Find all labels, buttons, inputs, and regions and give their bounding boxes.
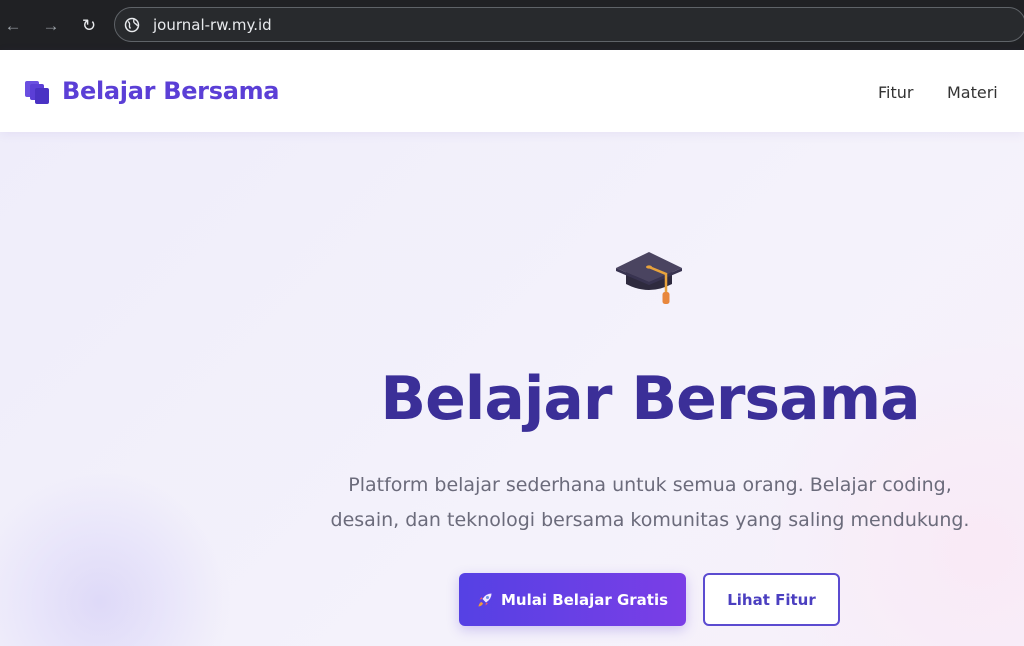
reload-icon[interactable]: ↻ bbox=[78, 14, 100, 36]
rocket-icon bbox=[477, 592, 493, 608]
start-learning-button[interactable]: Mulai Belajar Gratis bbox=[459, 573, 686, 626]
browser-toolbar: ← → ↻ journal-rw.my.id bbox=[0, 0, 1024, 50]
start-learning-label: Mulai Belajar Gratis bbox=[500, 590, 669, 609]
globe-icon bbox=[124, 17, 140, 33]
brand-name[interactable]: Belajar Bersama bbox=[62, 77, 280, 105]
address-bar[interactable]: journal-rw.my.id bbox=[114, 7, 1024, 42]
nav-link-materi[interactable]: Materi bbox=[947, 83, 998, 102]
forward-arrow-icon[interactable]: → bbox=[40, 14, 62, 36]
url-text: journal-rw.my.id bbox=[153, 15, 272, 34]
see-features-button[interactable]: Lihat Fitur bbox=[703, 573, 840, 626]
hero-description: Platform belajar sederhana untuk semua o… bbox=[330, 474, 970, 531]
graduation-cap-icon bbox=[614, 248, 684, 310]
hero-title: Belajar Bersama bbox=[380, 364, 920, 434]
back-arrow-icon[interactable]: ← bbox=[2, 14, 24, 36]
logo-icon[interactable] bbox=[24, 79, 50, 105]
hero-section: Belajar Bersama Platform belajar sederha… bbox=[0, 132, 1024, 646]
nav-link-fitur[interactable]: Fitur bbox=[878, 83, 913, 102]
see-features-label: Lihat Fitur bbox=[727, 590, 816, 609]
site-header: Belajar Bersama Fitur Materi bbox=[0, 50, 1024, 132]
